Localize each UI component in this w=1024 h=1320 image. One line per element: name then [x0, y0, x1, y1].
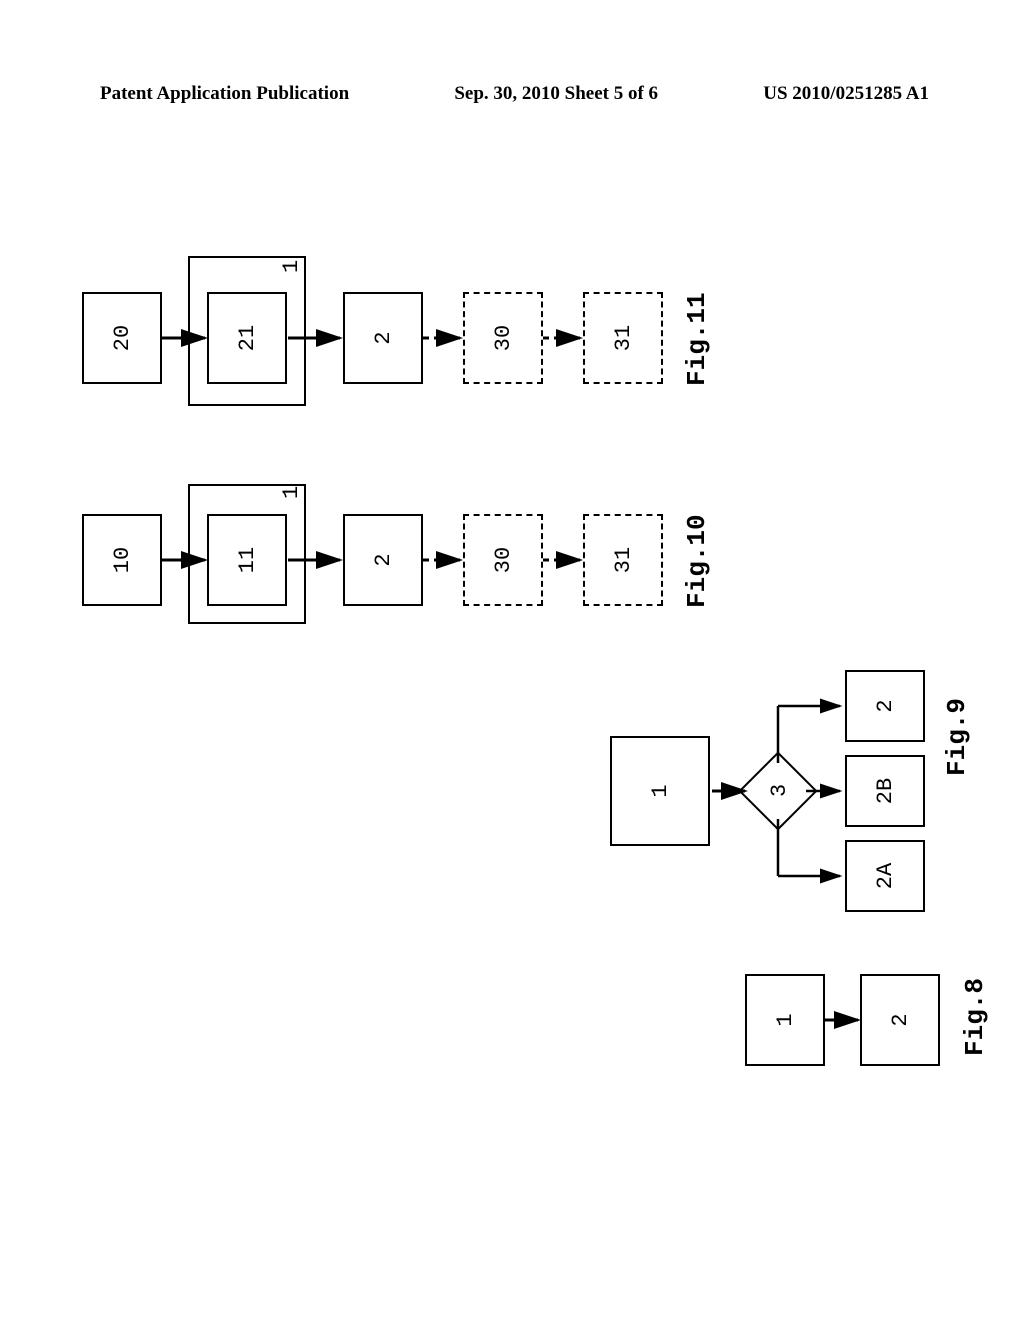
fig9-box-2: 2 [845, 670, 925, 742]
fig8-box-2: 2 [860, 974, 940, 1066]
fig8-label: Fig.8 [960, 978, 990, 1056]
fig10-container-label: 1 [279, 486, 304, 499]
fig8-box-1: 1 [745, 974, 825, 1066]
fig9-box-2-label: 2 [873, 699, 898, 712]
fig10-label: Fig.10 [682, 514, 712, 608]
fig9-box-2a-label: 2A [873, 863, 898, 889]
fig11-container-label: 1 [279, 260, 304, 273]
fig9-box-2b: 2B [845, 755, 925, 827]
fig11-box-31-label: 31 [611, 325, 636, 351]
fig9-diamond-label: 3 [767, 784, 792, 797]
fig11-box-21: 21 [207, 292, 287, 384]
header-left: Patent Application Publication [100, 83, 349, 105]
fig9-box-2b-label: 2B [873, 778, 898, 804]
fig9-box-2a: 2A [845, 840, 925, 912]
fig10-box-30: 30 [463, 514, 543, 606]
fig10-box-10: 10 [82, 514, 162, 606]
fig11-label: Fig.11 [682, 292, 712, 386]
fig10-box-31: 31 [583, 514, 663, 606]
fig10-box-11-label: 11 [235, 547, 260, 573]
fig11-box-20: 20 [82, 292, 162, 384]
fig10-box-2: 2 [343, 514, 423, 606]
fig11-box-21-label: 21 [235, 325, 260, 351]
fig11-box-2: 2 [343, 292, 423, 384]
fig9-box-1-label: 1 [648, 784, 673, 797]
fig11-box-30-label: 30 [491, 325, 516, 351]
fig10-box-11: 11 [207, 514, 287, 606]
fig9-box-1: 1 [610, 736, 710, 846]
fig8-box-1-label: 1 [773, 1013, 798, 1026]
fig11-box-20-label: 20 [110, 325, 135, 351]
fig11-box-31: 31 [583, 292, 663, 384]
fig11-box-30: 30 [463, 292, 543, 384]
fig9-label: Fig.9 [942, 698, 972, 776]
header-right: US 2010/0251285 A1 [763, 83, 929, 105]
fig10-box-10-label: 10 [110, 547, 135, 573]
fig8-box-2-label: 2 [888, 1013, 913, 1026]
figure-canvas: 1 2 Fig.8 1 3 2A 2B 2 Fig.9 10 1 11 2 30… [10, 276, 1024, 1116]
header-center: Sep. 30, 2010 Sheet 5 of 6 [454, 83, 658, 105]
fig11-box-2-label: 2 [371, 331, 396, 344]
fig10-box-2-label: 2 [371, 553, 396, 566]
fig10-box-30-label: 30 [491, 547, 516, 573]
fig10-box-31-label: 31 [611, 547, 636, 573]
